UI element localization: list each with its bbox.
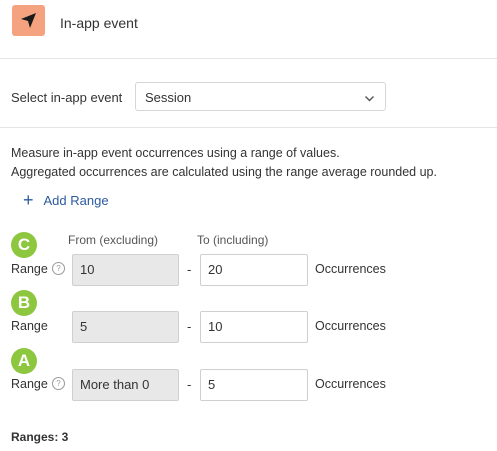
range-to-input[interactable]: 5 [200,369,308,401]
occurrences-label: Occurrences [315,262,386,276]
range-to-input[interactable]: 10 [200,311,308,343]
help-icon[interactable]: ? [52,262,65,275]
header: In-app event [0,0,497,59]
range-to-input[interactable]: 20 [200,254,308,286]
event-select-dropdown[interactable]: Session [135,82,386,111]
add-range-button[interactable]: + Add Range [23,190,109,210]
range-separator: - [187,319,192,334]
select-event-label: Select in-app event [11,90,123,105]
divider [0,127,497,128]
range-separator: - [187,377,192,392]
range-label: Range [11,319,48,333]
help-icon[interactable]: ? [52,377,65,390]
range-separator: - [187,262,192,277]
range-badge: C [11,232,37,258]
range-from-field: More than 0 [72,369,179,401]
plus-icon: + [23,190,34,210]
ranges-count: Ranges: 3 [11,430,69,444]
page-title: In-app event [60,15,138,31]
navigation-arrow-icon [12,5,45,36]
range-label: Range [11,377,48,391]
occurrences-label: Occurrences [315,319,386,333]
range-from-field: 5 [72,311,179,343]
to-column-header: To (including) [197,233,269,247]
add-range-label: Add Range [43,192,109,208]
range-label: Range [11,262,48,276]
range-badge: B [11,290,37,316]
occurrences-label: Occurrences [315,377,386,391]
chevron-down-icon [364,91,375,109]
range-from-field: 10 [72,254,179,286]
description-line-2: Aggregated occurrences are calculated us… [11,165,437,179]
event-select-value: Session [145,90,192,105]
range-badge: A [11,348,37,374]
description-line-1: Measure in-app event occurrences using a… [11,146,340,160]
from-column-header: From (excluding) [68,233,159,247]
